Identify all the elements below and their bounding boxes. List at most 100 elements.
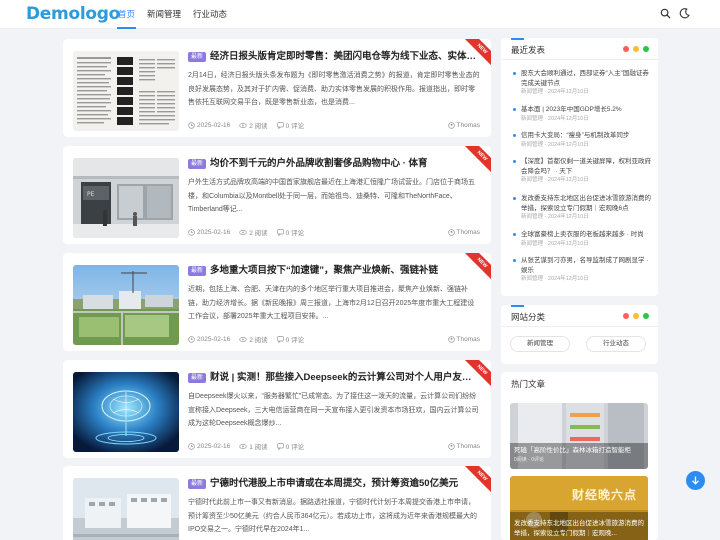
hot-post-meta: 0阅读 · 0评论 [514,456,545,463]
back-to-top-button[interactable] [686,471,705,490]
widget-title: 热门文章 [511,379,546,389]
yellow-dot-icon [633,313,639,319]
hot-post-caption[interactable]: 死磕「高阶性价比」森林冰箱打造智能柜 0阅读 · 0评论 [514,446,644,465]
meta-date: 2025-02-16 [188,229,230,236]
meta-date: 2025-02-16 [188,443,230,450]
user-icon [447,121,455,129]
comments-text: 0 评论 [285,444,305,451]
latest-post-item[interactable]: 【深度】首都仅剩一道关键屏障，权利亚政府会降会吗？ · 天下 新闻管理 · 202… [513,157,651,185]
hot-post-caption[interactable]: 发改委支持东北地区出台促进冰雪旅游消费的举措，探索设立专门假期｜宏观晚... [514,519,644,538]
date-text: 2025-02-16 [197,228,231,236]
article-card[interactable]: 最新 经济日报头版肯定即时零售：美团闪电仓等为线下业态、实体门店... 2月14日… [63,39,491,137]
latest-post-item[interactable]: 全球富豪榜上卖衣服的老板越来越多 · 时尚 新闻管理 · 2024年12月10日 [513,230,651,249]
user-icon [447,442,455,450]
article-thumbnail[interactable] [73,51,179,131]
article-title[interactable]: 最新 财说 | 实测！那些接入Deepseek的云计算公司对个人用户友好吗... [188,371,478,385]
article-meta: 2025-02-16 1 阅读 0 评论 Thomas [188,441,480,451]
article-thumbnail[interactable] [73,478,179,540]
article-thumbnail[interactable]: PE [73,158,179,238]
article-thumbnail[interactable] [73,372,179,452]
article-card[interactable]: 最新 宁德时代港股上市申请或在本周提交，预计筹资逾50亿美元 宁德时代此前上市一事… [63,466,491,540]
views-text: 1 阅读 [249,444,268,451]
user-icon [447,228,455,236]
hot-post-item[interactable]: 财经晚六点 发改委支持东北地区出台促进冰雪旅游消费的举措，探索设立专门假期｜宏观… [510,476,648,540]
date-text: 2025-02-16 [197,442,231,450]
article-title[interactable]: 最新 多地重大项目按下“加速键”，聚焦产业焕新、强链补链 [188,264,478,278]
meta-author[interactable]: Thomas [447,442,480,450]
latest-post-item[interactable]: 从张艺谋到刁亦男，名导监制成了网剧显学 · 娱乐 新闻管理 · 2024年12月1… [513,256,651,284]
hot-post-item[interactable]: 死磕「高阶性价比」森林冰箱打造智能柜 0阅读 · 0评论 [510,403,648,469]
meta-author[interactable]: Thomas [447,336,480,343]
meta-date: 2025-02-16 [188,336,230,343]
article-title[interactable]: 最新 均价不到千元的户外品牌收割奢侈品购物中心 · 体育 [188,157,478,171]
article-card[interactable]: PE 最新 均价不到千元的户外品牌收割奢侈品购物中心 · 体育 户外生活方式品牌攻… [63,146,491,244]
article-thumbnail[interactable] [73,265,179,345]
latest-post-title[interactable]: 基本面 | 2023年中国GDP增长5.2% [513,105,651,115]
latest-post-item[interactable]: 基本面 | 2023年中国GDP增长5.2% 新闻管理 · 2024年12月10日 [513,105,651,124]
hot-post-title[interactable]: 死磕「高阶性价比」森林冰箱打造智能柜 [514,446,644,456]
article-title-text[interactable]: 均价不到千元的户外品牌收割奢侈品购物中心 · 体育 [210,157,427,171]
eye-icon [239,229,247,235]
article-excerpt: 自Deepseek爆火以来，“服务器繁忙”已成常态。为了接住这一泼天的流量，云计… [188,393,479,427]
meta-comments: 0 评论 [276,334,304,344]
latest-post-date: 新闻管理 · 2024年12月10日 [521,89,589,95]
yellow-dot-icon [633,46,639,52]
nav-item-news[interactable]: 新闻管理 [141,0,187,29]
search-icon[interactable] [660,8,671,19]
latest-post-title[interactable]: 股东大会顺利通过，西部证券“入主”国融证券完成关键节点 [513,69,651,88]
widget-header: 最近发表 [501,38,658,60]
comment-icon [276,335,284,343]
latest-post-title[interactable]: 【深度】首都仅剩一道关键屏障，权利亚政府会降会吗？ · 天下 [513,157,651,176]
meta-date: 2025-02-16 [188,122,230,129]
article-excerpt: 2月14日，经济日报头版头条发布题为《即时零售激活消费之势》的报道，肯定即时零售… [188,72,480,106]
latest-post-date: 新闻管理 · 2024年12月10日 [521,276,589,282]
latest-post-item[interactable]: 信用卡大变局：“瘦身”与机制改革同步 新闻管理 · 2024年12月10日 [513,131,651,150]
meta-author[interactable]: Thomas [447,228,480,236]
site-logo[interactable]: Demologo [26,4,120,24]
red-dot-icon [623,313,629,319]
article-title[interactable]: 最新 经济日报头版肯定即时零售：美团闪电仓等为线下业态、实体门店... [188,50,478,64]
eye-icon [239,336,247,342]
article-title[interactable]: 最新 宁德时代港股上市申请或在本周提交，预计筹资逾50亿美元 [188,477,478,491]
latest-post-date: 新闻管理 · 2024年12月10日 [521,240,589,247]
eye-icon [239,443,247,449]
theme-toggle-icon[interactable] [679,8,690,19]
article-title-text[interactable]: 财说 | 实测！那些接入Deepseek的云计算公司对个人用户友好吗... [210,371,478,385]
article-title-text[interactable]: 多地重大项目按下“加速键”，聚焦产业焕新、强链补链 [210,264,438,278]
main-nav: 首页 新闻管理 行业动态 [112,0,233,29]
article-excerpt: 户外生活方式品牌攻高端的中国首家旗舰店最近在上海港汇恒隆广场试营业。门店位于商场… [188,179,475,213]
download-arrow-icon [692,476,699,485]
meta-author[interactable]: Thomas [447,121,480,129]
new-badge: 最新 [188,479,207,489]
clock-icon [188,335,195,343]
author-text[interactable]: Thomas [457,443,480,450]
latest-post-title[interactable]: 从张艺谋到刁亦男，名导监制成了网剧显学 · 娱乐 [513,256,651,275]
article-meta: 2025-02-16 2 阅读 0 评论 Thomas [188,227,480,237]
comment-icon [276,121,284,129]
latest-post-item[interactable]: 发改委支持东北地区出台促进冰雪旅游消费的举措，探索设立专门假期｜宏观晚6点 新闻管… [513,194,651,222]
comment-icon [276,442,284,450]
new-badge: 最新 [188,52,207,62]
red-dot-icon [623,46,629,52]
latest-post-item[interactable]: 股东大会顺利通过，西部证券“入主”国融证券完成关键节点 新闻管理 · 2024年1… [513,69,651,97]
hot-post-overlay-text: 财经晚六点 [572,488,638,502]
latest-posts-widget: 最近发表 股东大会顺利通过，西部证券“入主”国融证券完成关键节点 新闻管理 · 2… [501,38,658,296]
category-tag-news[interactable]: 新闻管理 [510,336,570,352]
latest-post-title[interactable]: 信用卡大变局：“瘦身”与机制改革同步 [513,131,651,141]
window-dots [623,313,649,319]
article-card[interactable]: 最新 多地重大项目按下“加速键”，聚焦产业焕新、强链补链 近期，包括上海、合肥、天… [63,253,491,351]
category-tag-industry[interactable]: 行业动态 [586,336,646,352]
hot-post-title[interactable]: 发改委支持东北地区出台促进冰雪旅游消费的举措，探索设立专门假期｜宏观晚... [514,519,644,538]
article-meta: 2025-02-16 2 阅读 0 评论 Thomas [188,120,480,130]
author-text[interactable]: Thomas [457,122,480,129]
nav-item-home[interactable]: 首页 [112,0,141,29]
author-text[interactable]: Thomas [457,336,480,343]
latest-post-title[interactable]: 发改委支持东北地区出台促进冰雪旅游消费的举措，探索设立专门假期｜宏观晚6点 [513,194,651,213]
article-title-text[interactable]: 经济日报头版肯定即时零售：美团闪电仓等为线下业态、实体门店... [210,50,478,64]
author-text[interactable]: Thomas [457,229,480,236]
article-title-text[interactable]: 宁德时代港股上市申请或在本周提交，预计筹资逾50亿美元 [210,477,458,491]
nav-item-industry[interactable]: 行业动态 [187,0,233,29]
hot-posts-widget: 热门文章 死磕「高阶性价比」森林冰箱打造智能柜 0阅读 · 0评论 财经晚六点 [501,372,658,540]
article-card[interactable]: 最新 财说 | 实测！那些接入Deepseek的云计算公司对个人用户友好吗... … [63,360,491,458]
latest-post-title[interactable]: 全球富豪榜上卖衣服的老板越来越多 · 时尚 [513,230,651,240]
